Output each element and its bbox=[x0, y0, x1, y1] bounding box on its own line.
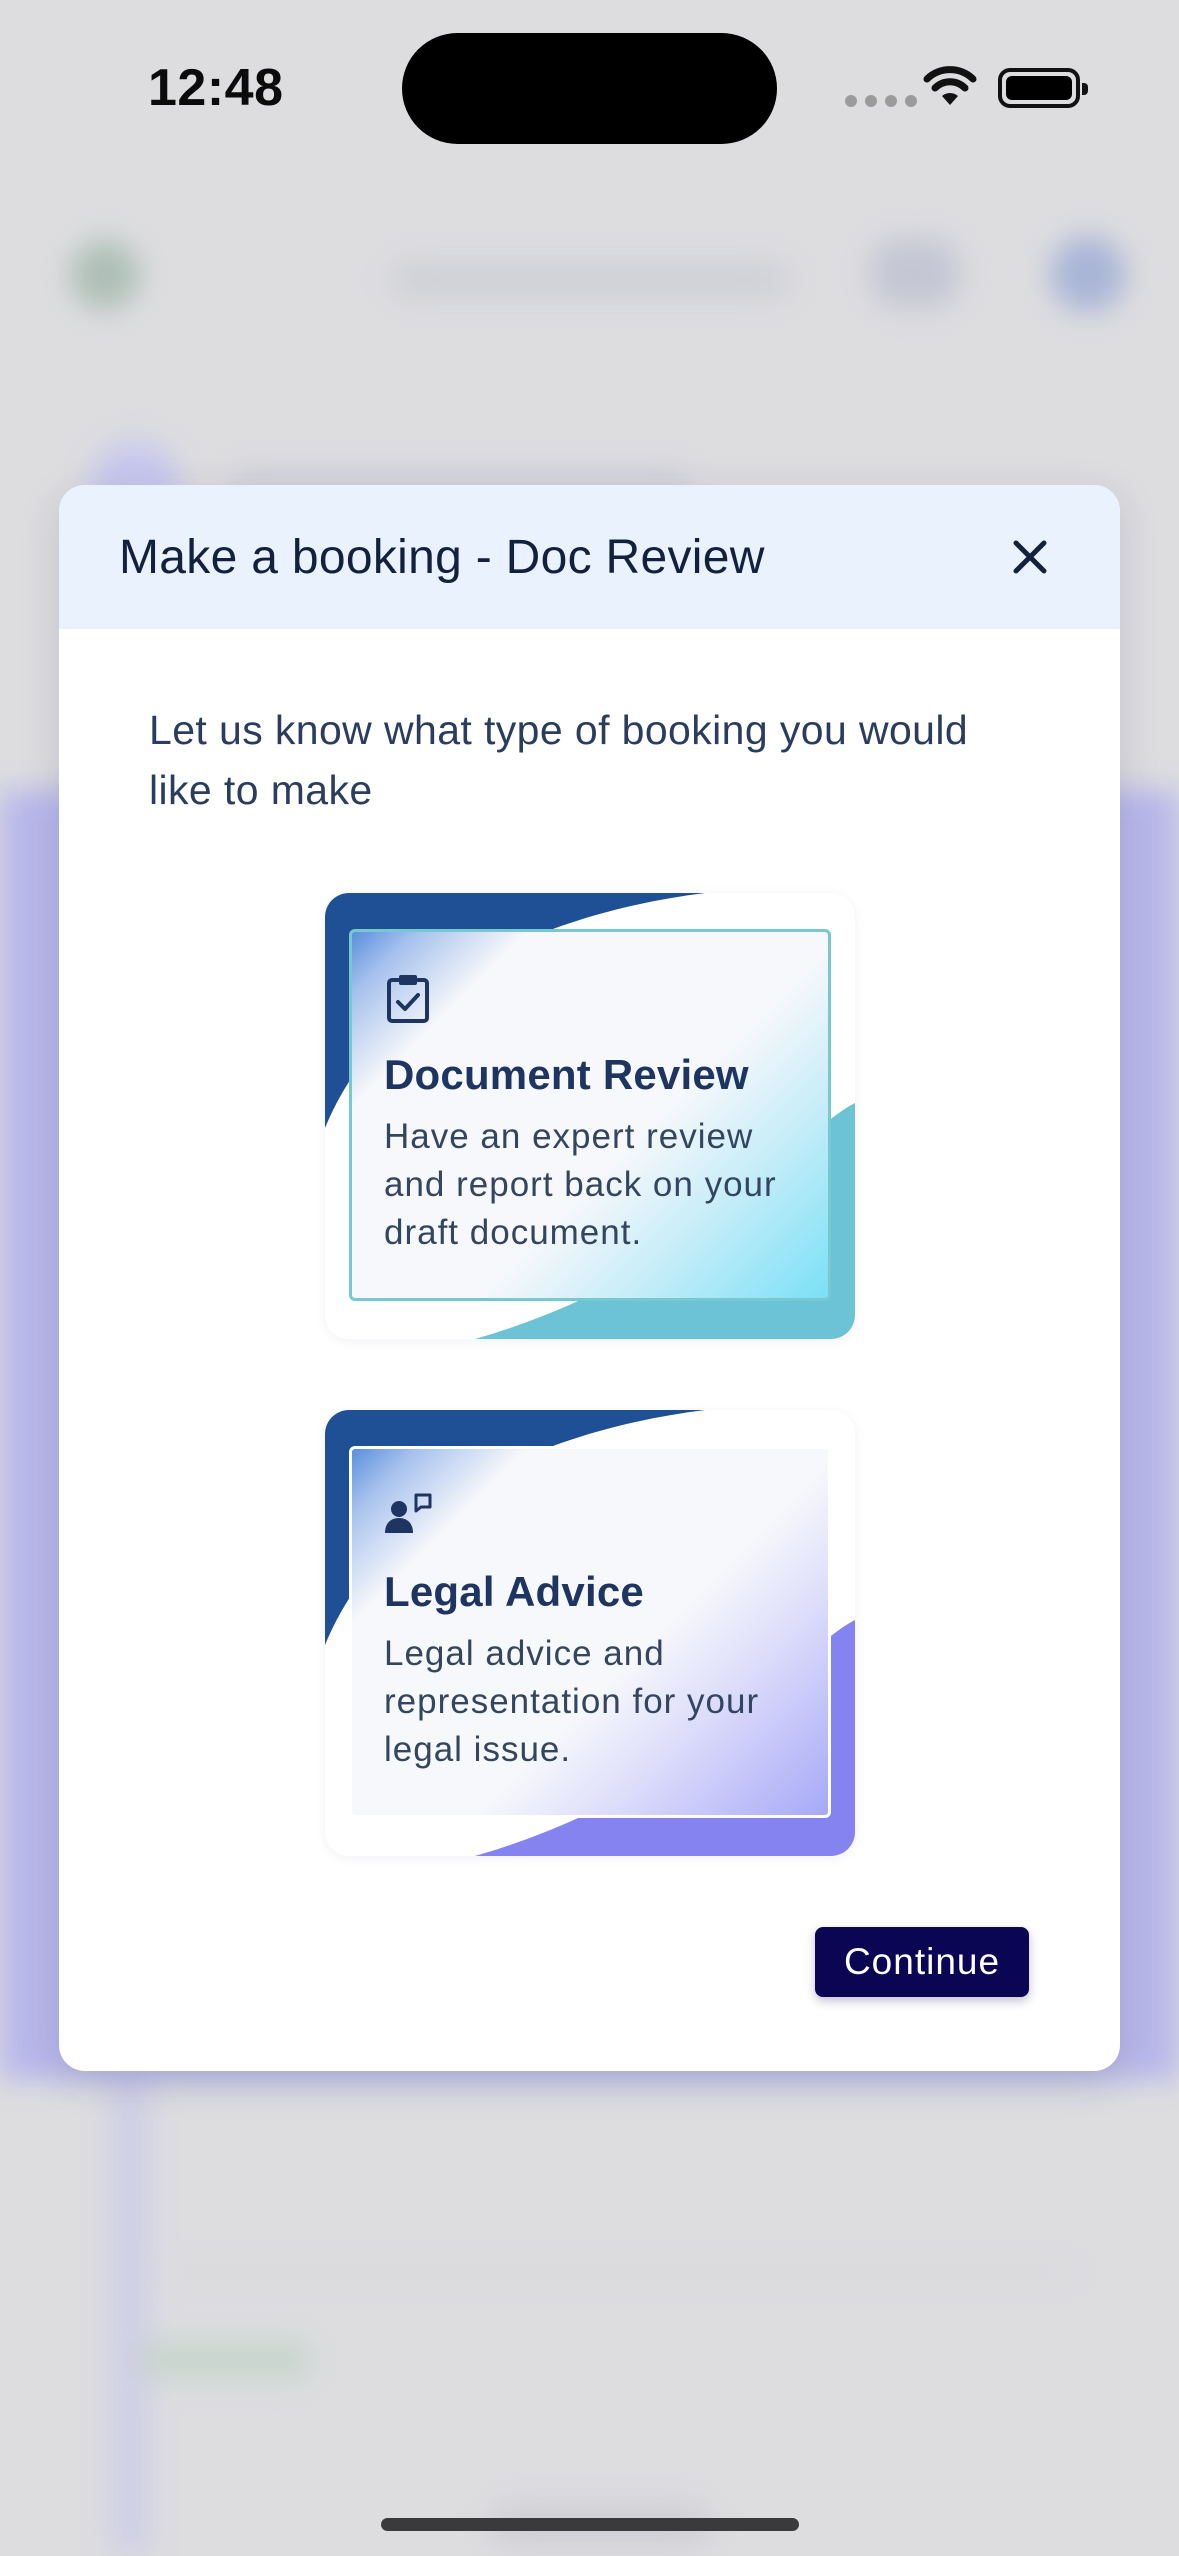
booking-modal: Make a booking - Doc Review Let us know … bbox=[59, 485, 1120, 2071]
background-action bbox=[870, 238, 960, 308]
modal-header: Make a booking - Doc Review bbox=[59, 485, 1120, 629]
intro-text: Let us know what type of booking you wou… bbox=[149, 707, 969, 813]
home-indicator[interactable] bbox=[381, 2518, 799, 2531]
background-badge bbox=[140, 2340, 310, 2380]
close-button[interactable] bbox=[1000, 527, 1060, 587]
cellular-signal-icon bbox=[845, 95, 917, 107]
background-title bbox=[390, 262, 790, 298]
clipboard-check-icon bbox=[387, 975, 429, 1023]
dynamic-island bbox=[402, 33, 777, 144]
background-stripe bbox=[110, 2080, 150, 2556]
screen: 12:48 Make a booking - Doc Review Let us… bbox=[0, 0, 1179, 2556]
wifi-icon bbox=[923, 66, 977, 105]
status-time: 12:48 bbox=[148, 59, 284, 117]
option-card-body: Document Review Have an expert review an… bbox=[349, 929, 831, 1301]
continue-button[interactable]: Continue bbox=[815, 1927, 1029, 1997]
person-chat-icon bbox=[385, 1493, 432, 1533]
option-legal-advice[interactable]: Legal Advice Legal advice and representa… bbox=[325, 1410, 855, 1856]
background-logo bbox=[70, 240, 140, 310]
option-description: Have an expert review and report back on… bbox=[384, 1117, 777, 1252]
close-icon bbox=[1013, 540, 1047, 574]
modal-title: Make a booking - Doc Review bbox=[119, 530, 765, 584]
option-title: Document Review bbox=[384, 1051, 749, 1098]
option-document-review[interactable]: Document Review Have an expert review an… bbox=[325, 893, 855, 1339]
battery-icon bbox=[998, 68, 1088, 108]
background-divider bbox=[160, 2270, 1080, 2274]
option-description: Legal advice and representation for your… bbox=[384, 1634, 760, 1769]
option-card-body: Legal Advice Legal advice and representa… bbox=[349, 1446, 831, 1818]
option-title: Legal Advice bbox=[384, 1568, 644, 1615]
background-avatar bbox=[1050, 236, 1126, 312]
